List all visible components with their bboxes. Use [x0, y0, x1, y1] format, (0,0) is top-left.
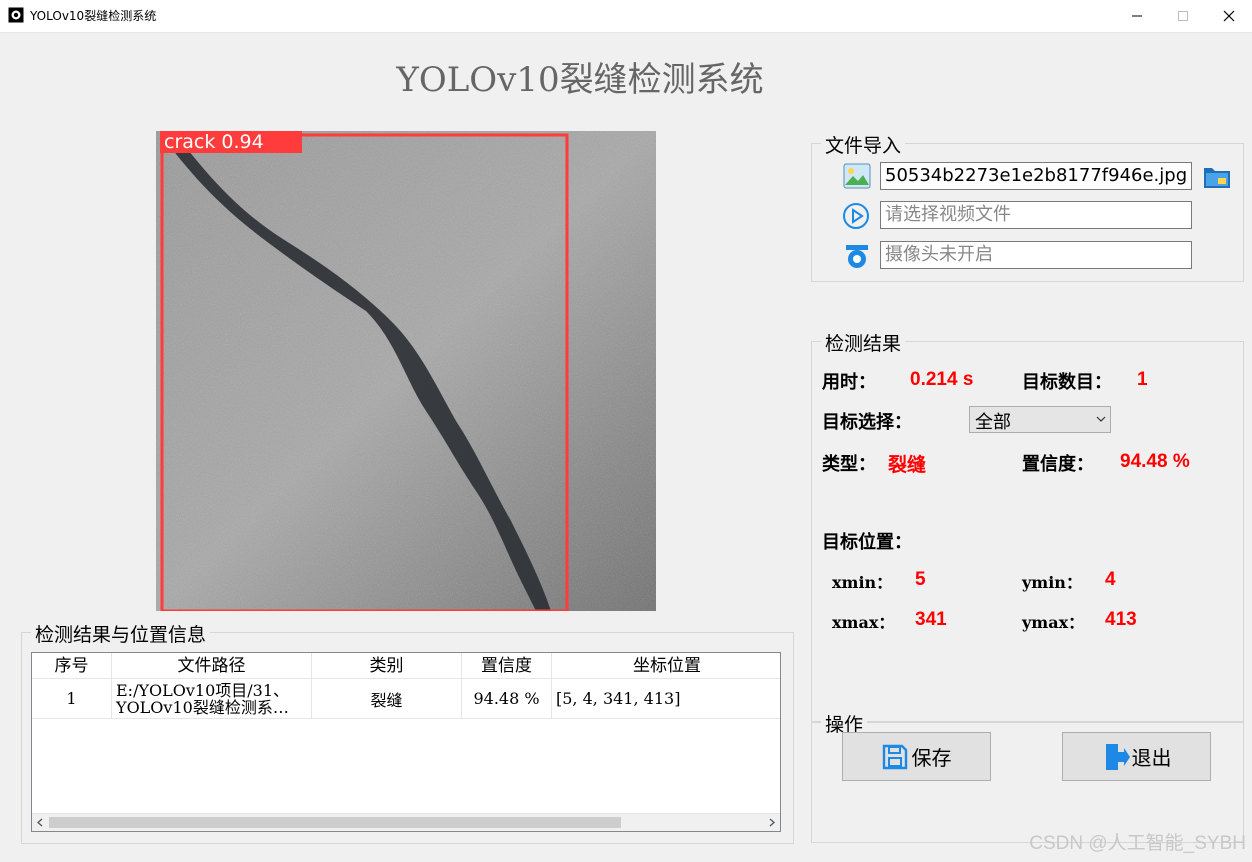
- minimize-icon: [1132, 15, 1142, 17]
- type-label: 类型：: [822, 454, 876, 475]
- horizontal-scrollbar[interactable]: [32, 813, 780, 831]
- column-header-path[interactable]: 文件路径: [112, 653, 312, 679]
- scroll-left-icon[interactable]: [36, 818, 44, 827]
- window-title: YOLOv10裂缝检测系统: [30, 9, 157, 23]
- camera-icon[interactable]: [843, 242, 871, 270]
- exit-icon: [1105, 743, 1130, 770]
- table-group-title: 检测结果与位置信息: [31, 620, 211, 647]
- close-button[interactable]: [1206, 0, 1252, 32]
- result-group-title: 检测结果: [821, 329, 906, 356]
- exit-button[interactable]: 退出: [1062, 732, 1211, 781]
- exit-button-label: 退出: [1131, 746, 1172, 770]
- column-header-index[interactable]: 序号: [32, 653, 112, 679]
- minimize-button[interactable]: [1114, 0, 1160, 32]
- type-value: 裂缝: [888, 454, 927, 476]
- confidence-value: 94.48 %: [1120, 451, 1190, 472]
- count-value: 1: [1137, 369, 1148, 390]
- column-header-coords[interactable]: 坐标位置: [552, 653, 780, 679]
- confidence-label: 置信度：: [1022, 454, 1094, 475]
- cell-confidence: 94.48 %: [462, 679, 552, 719]
- time-label: 用时：: [822, 372, 876, 393]
- xmax-label: xmax：: [832, 613, 895, 632]
- time-value: 0.214 s: [910, 369, 974, 390]
- detection-label: crack 0.94: [164, 131, 264, 153]
- column-header-confidence[interactable]: 置信度: [462, 653, 552, 679]
- column-header-category[interactable]: 类别: [312, 653, 462, 679]
- cell-path-line1: E:/YOLOv10项目/31、: [116, 680, 290, 700]
- count-label: 目标数目：: [1022, 372, 1112, 393]
- cell-category: 裂缝: [312, 679, 462, 719]
- save-button[interactable]: 保存: [842, 732, 991, 781]
- cell-coords: [5, 4, 341, 413]: [552, 679, 780, 719]
- crack-photo: crack 0.94: [156, 131, 656, 611]
- save-icon: [882, 744, 907, 769]
- xmin-label: xmin：: [832, 573, 893, 592]
- cell-path-line2: YOLOv10裂缝检测系…: [116, 697, 289, 717]
- chevron-down-icon: [1096, 416, 1106, 422]
- position-label: 目标位置：: [822, 532, 912, 553]
- window-titlebar: YOLOv10裂缝检测系统: [0, 0, 1252, 33]
- video-file-field[interactable]: 请选择视频文件: [880, 201, 1192, 229]
- file-import-title: 文件导入: [821, 131, 906, 158]
- scrollbar-thumb[interactable]: [49, 817, 621, 828]
- ymax-label: ymax：: [1022, 613, 1085, 632]
- ymax-value: 413: [1105, 609, 1137, 630]
- xmin-value: 5: [915, 569, 926, 590]
- close-icon: [1223, 10, 1235, 22]
- cell-index: 1: [32, 679, 112, 719]
- camera-field[interactable]: 摄像头未开启: [880, 241, 1192, 269]
- image-icon[interactable]: [843, 163, 871, 189]
- page-title: YOLOv10裂缝检测系统: [396, 60, 764, 100]
- folder-icon[interactable]: [1202, 162, 1232, 190]
- maximize-button[interactable]: [1160, 0, 1206, 32]
- detection-image: crack 0.94: [156, 131, 656, 611]
- ymin-label: ymin：: [1022, 573, 1082, 592]
- app-icon: [8, 7, 24, 23]
- save-button-label: 保存: [911, 746, 952, 770]
- target-select[interactable]: 全部: [969, 406, 1111, 433]
- play-icon[interactable]: [842, 202, 870, 230]
- target-select-label: 目标选择：: [822, 412, 912, 433]
- scroll-right-icon[interactable]: [768, 818, 776, 827]
- watermark: CSDN @人工智能_SYBH: [1029, 833, 1246, 854]
- image-file-field[interactable]: 50534b2273e1e2b8177f946e.jpg: [880, 162, 1192, 190]
- xmax-value: 341: [915, 609, 947, 630]
- maximize-icon: [1178, 11, 1188, 21]
- ymin-value: 4: [1105, 569, 1116, 590]
- cell-path: E:/YOLOv10项目/31、 YOLOv10裂缝检测系…: [112, 679, 312, 719]
- results-table: 序号 文件路径 类别 置信度 坐标位置 1 E:/YOLOv10项目/31、 Y…: [31, 652, 781, 832]
- target-select-value: 全部: [975, 412, 1011, 433]
